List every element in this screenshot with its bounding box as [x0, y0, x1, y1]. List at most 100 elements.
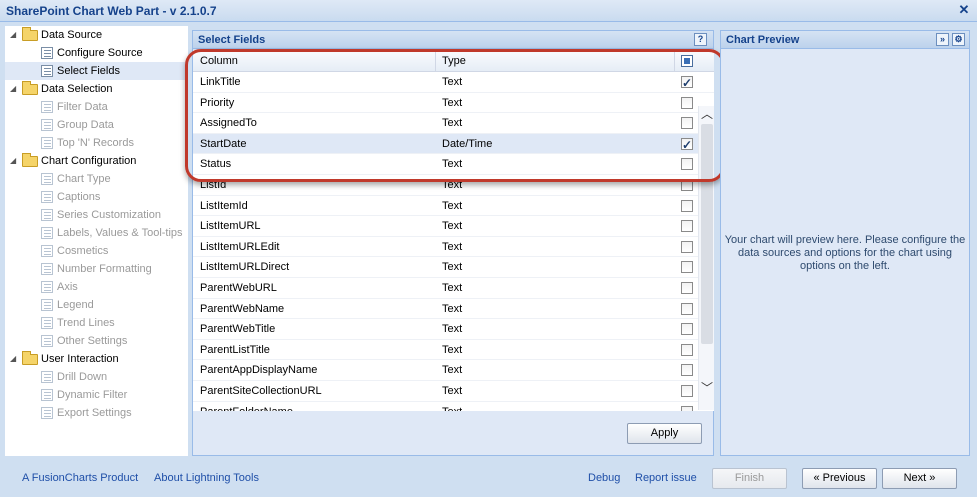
column-name-cell: ListId: [200, 178, 227, 191]
scroll-up-icon[interactable]: ︿: [699, 106, 714, 122]
table-row[interactable]: ParentFolderName Text: [193, 402, 714, 411]
select-all-checkbox[interactable]: [681, 55, 693, 67]
table-row[interactable]: StartDate Date/Time: [193, 133, 714, 155]
grid-body: LinkTitleTextPriorityTextAssignedToTextS…: [193, 72, 714, 411]
tree-item-data-source[interactable]: ◢ Data Source: [5, 26, 188, 44]
column-type-cell: Text: [442, 76, 463, 88]
table-row[interactable]: ListItemId Text: [193, 196, 714, 217]
folder-icon: [22, 153, 38, 167]
type-header[interactable]: Type: [442, 55, 466, 67]
field-checkbox[interactable]: [681, 240, 693, 253]
tree-item-group-data[interactable]: Group Data: [5, 116, 188, 134]
page-icon: [41, 209, 53, 221]
field-checkbox[interactable]: [681, 73, 693, 93]
table-row[interactable]: ParentWebURL Text: [193, 278, 714, 299]
tree-item-dynamic-filter[interactable]: Dynamic Filter: [5, 386, 188, 404]
page-icon: [41, 335, 53, 347]
apply-button[interactable]: Apply: [627, 423, 702, 444]
tree-item-select-fields[interactable]: Select Fields: [5, 62, 188, 80]
tree-item-other-settings[interactable]: Other Settings: [5, 332, 188, 350]
tree-item-export-settings[interactable]: Export Settings: [5, 404, 188, 422]
table-row[interactable]: Status Text: [193, 154, 714, 175]
table-row[interactable]: ParentWebTitle Text: [193, 319, 714, 340]
debug-link[interactable]: Debug: [588, 472, 620, 484]
fusioncharts-link[interactable]: A FusionCharts Product: [22, 472, 138, 484]
tree-item-configure-source[interactable]: Configure Source: [5, 44, 188, 62]
tree-item-legend[interactable]: Legend: [5, 296, 188, 314]
tree-item-label: Labels, Values & Tool-tips: [57, 227, 183, 239]
field-checkbox[interactable]: [681, 343, 693, 356]
field-checkbox[interactable]: [681, 96, 693, 109]
expand-triangle-icon[interactable]: ◢: [10, 80, 16, 98]
help-icon[interactable]: ?: [694, 33, 707, 46]
field-checkbox[interactable]: [681, 405, 693, 411]
tree-item-label: Dynamic Filter: [57, 389, 128, 401]
table-row[interactable]: ListId Text: [193, 175, 714, 196]
tree-item-trend-lines[interactable]: Trend Lines: [5, 314, 188, 332]
field-checkbox[interactable]: [681, 323, 693, 336]
expand-triangle-icon[interactable]: ◢: [10, 350, 16, 368]
scroll-thumb[interactable]: [701, 124, 713, 344]
field-checkbox[interactable]: [681, 199, 693, 212]
gear-icon[interactable]: ⚙: [952, 33, 965, 46]
column-name-cell: StartDate: [200, 137, 247, 150]
tree-item-filter-data[interactable]: Filter Data: [5, 98, 188, 116]
column-type-cell: Text: [442, 240, 463, 253]
column-name-cell: ParentAppDisplayName: [200, 364, 318, 377]
previous-button[interactable]: « Previous: [802, 468, 877, 489]
table-row[interactable]: ParentWebName Text: [193, 299, 714, 320]
tree-item-chart-configuration[interactable]: ◢ Chart Configuration: [5, 152, 188, 170]
tree-item-chart-type[interactable]: Chart Type: [5, 170, 188, 188]
field-checkbox[interactable]: [681, 178, 693, 191]
table-row[interactable]: ParentSiteCollectionURL Text: [193, 381, 714, 402]
field-checkbox[interactable]: [681, 158, 693, 171]
column-name-cell: Status: [200, 158, 232, 171]
page-icon: [41, 263, 53, 275]
tree-item-label: Data Source: [41, 29, 103, 41]
tree-item-series-customization[interactable]: Series Customization: [5, 206, 188, 224]
tree-item-data-selection[interactable]: ◢ Data Selection: [5, 80, 188, 98]
field-checkbox[interactable]: [681, 302, 693, 315]
table-row[interactable]: ParentListTitle Text: [193, 340, 714, 361]
table-row[interactable]: Priority Text: [193, 93, 714, 114]
field-checkbox[interactable]: [681, 364, 693, 377]
tree-item-labels-values-tool-tips[interactable]: Labels, Values & Tool-tips: [5, 224, 188, 242]
scroll-down-icon[interactable]: ﹀: [699, 380, 714, 396]
page-icon: [41, 407, 53, 419]
next-button[interactable]: Next »: [882, 468, 957, 489]
column-header[interactable]: Column: [200, 55, 238, 67]
table-row[interactable]: ListItemURLDirect Text: [193, 257, 714, 278]
about-link[interactable]: About Lightning Tools: [154, 472, 259, 484]
field-checkbox[interactable]: [681, 135, 693, 155]
table-row[interactable]: ListItemURLEdit Text: [193, 237, 714, 258]
tree-item-user-interaction[interactable]: ◢ User Interaction: [5, 350, 188, 368]
finish-button[interactable]: Finish: [712, 468, 787, 489]
expand-icon[interactable]: »: [936, 33, 949, 46]
report-issue-link[interactable]: Report issue: [635, 472, 697, 484]
chart-preview-title: Chart Preview: [726, 34, 800, 46]
field-checkbox[interactable]: [681, 384, 693, 397]
tree-item-captions[interactable]: Captions: [5, 188, 188, 206]
table-row[interactable]: LinkTitle Text: [193, 72, 714, 93]
tree-item-number-formatting[interactable]: Number Formatting: [5, 260, 188, 278]
tree-item-drill-down[interactable]: Drill Down: [5, 368, 188, 386]
page-icon: [41, 65, 53, 77]
field-checkbox[interactable]: [681, 261, 693, 274]
grid-scrollbar[interactable]: ︿ ﹀: [698, 106, 714, 410]
table-row[interactable]: AssignedTo Text: [193, 113, 714, 134]
expand-triangle-icon[interactable]: ◢: [10, 152, 16, 170]
close-icon[interactable]: ✕: [957, 3, 971, 17]
table-row[interactable]: ParentAppDisplayName Text: [193, 360, 714, 381]
field-checkbox[interactable]: [681, 281, 693, 294]
column-divider: [674, 50, 675, 72]
column-name-cell: ParentWebTitle: [200, 323, 276, 336]
field-checkbox[interactable]: [681, 220, 693, 233]
page-icon: [41, 245, 53, 257]
expand-triangle-icon[interactable]: ◢: [10, 26, 16, 44]
table-row[interactable]: ListItemURL Text: [193, 216, 714, 237]
tree-item-axis[interactable]: Axis: [5, 278, 188, 296]
tree-item-cosmetics[interactable]: Cosmetics: [5, 242, 188, 260]
column-name-cell: ListItemId: [200, 199, 248, 212]
field-checkbox[interactable]: [681, 117, 693, 130]
tree-item-top-n-records[interactable]: Top 'N' Records: [5, 134, 188, 152]
